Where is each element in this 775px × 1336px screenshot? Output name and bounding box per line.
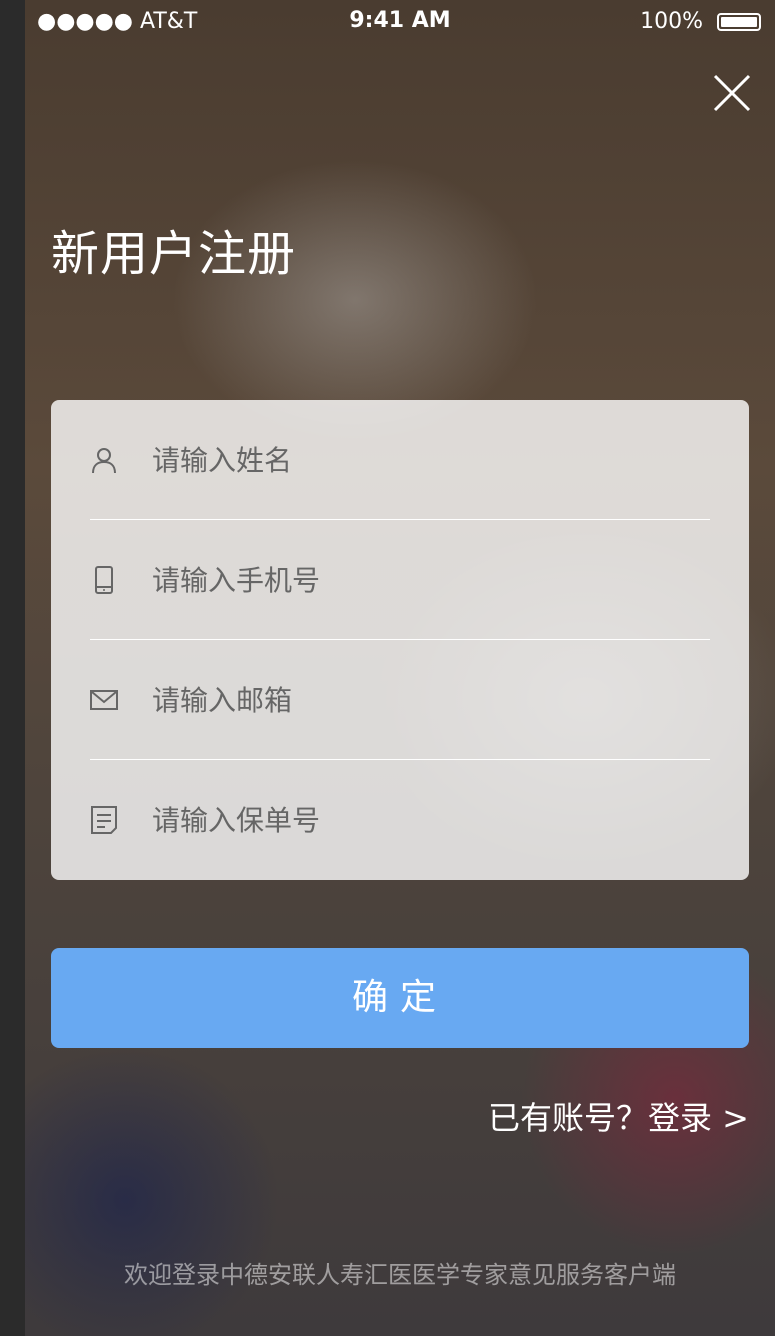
phone-icon <box>95 566 113 594</box>
user-icon <box>92 448 116 474</box>
email-field-row <box>51 640 749 760</box>
document-icon <box>91 806 117 834</box>
email-input[interactable] <box>152 670 712 730</box>
registration-form <box>51 400 749 880</box>
policy-field-row <box>51 760 749 880</box>
status-bar: ●●●●● AT&T 9:41 AM 100% <box>25 0 775 44</box>
close-icon <box>713 74 751 112</box>
name-field-row <box>51 400 749 520</box>
registration-screen: ●●●●● AT&T 9:41 AM 100% 新用户注册 请输入姓名 请输入手… <box>25 0 775 1336</box>
confirm-button[interactable]: 确定 <box>51 948 749 1048</box>
phone-field-row <box>51 520 749 640</box>
login-link[interactable]: 已有账号？登录 > <box>488 1096 749 1140</box>
welcome-footer: 欢迎登录中德安联人寿汇医医学专家意见服务客户端 <box>124 1261 676 1289</box>
close-button[interactable] <box>711 72 753 114</box>
phone-input[interactable] <box>152 550 712 610</box>
battery-percentage: 100% <box>640 9 703 34</box>
battery-icon <box>717 13 761 31</box>
name-input[interactable] <box>152 430 712 490</box>
policy-number-input[interactable] <box>152 790 712 850</box>
mail-icon <box>90 690 118 710</box>
page-title: 新用户注册 <box>51 226 297 282</box>
